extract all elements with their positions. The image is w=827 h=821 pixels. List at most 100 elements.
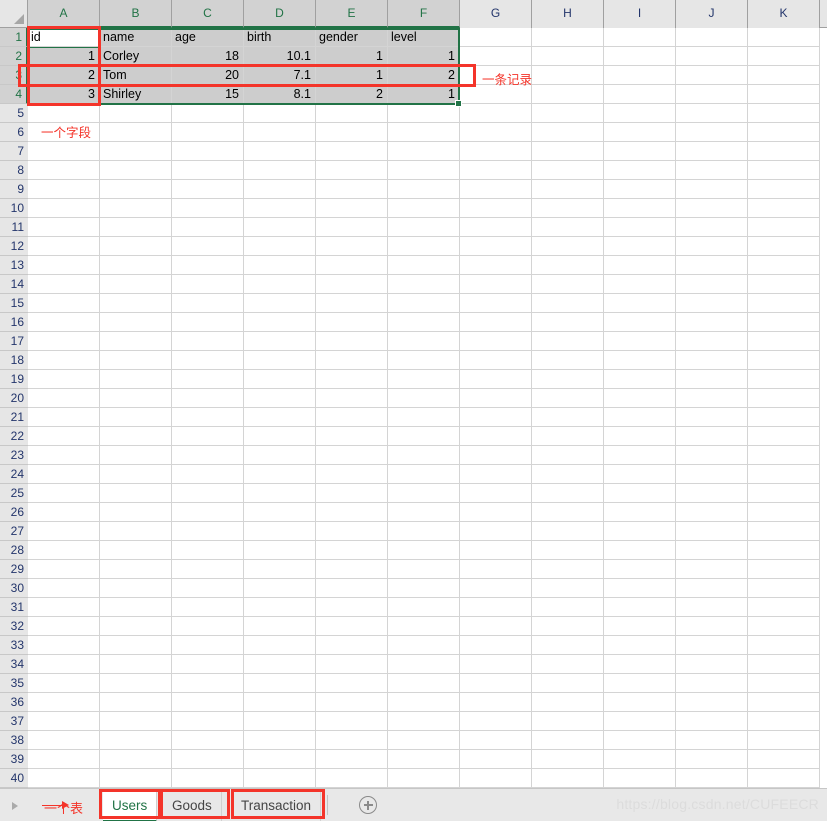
cell-E34[interactable] [316, 655, 388, 674]
cell-I7[interactable] [604, 142, 676, 161]
cell-B2[interactable]: Corley [100, 47, 172, 66]
cell-I37[interactable] [604, 712, 676, 731]
cell-I1[interactable] [604, 28, 676, 47]
cell-A33[interactable] [28, 636, 100, 655]
cell-E19[interactable] [316, 370, 388, 389]
cell-J8[interactable] [676, 161, 748, 180]
cell-F8[interactable] [388, 161, 460, 180]
cell-F5[interactable] [388, 104, 460, 123]
cell-K5[interactable] [748, 104, 820, 123]
cell-D20[interactable] [244, 389, 316, 408]
cell-F36[interactable] [388, 693, 460, 712]
cell-B34[interactable] [100, 655, 172, 674]
row-header-33[interactable]: 33 [0, 636, 28, 655]
cell-I12[interactable] [604, 237, 676, 256]
cell-D4[interactable]: 8.1 [244, 85, 316, 104]
cell-E13[interactable] [316, 256, 388, 275]
cell-F39[interactable] [388, 750, 460, 769]
cell-A21[interactable] [28, 408, 100, 427]
cell-D32[interactable] [244, 617, 316, 636]
cell-J13[interactable] [676, 256, 748, 275]
cell-H20[interactable] [532, 389, 604, 408]
cell-D18[interactable] [244, 351, 316, 370]
cell-K7[interactable] [748, 142, 820, 161]
cell-H35[interactable] [532, 674, 604, 693]
cell-E26[interactable] [316, 503, 388, 522]
cell-K21[interactable] [748, 408, 820, 427]
cell-C37[interactable] [172, 712, 244, 731]
cell-J7[interactable] [676, 142, 748, 161]
cell-J36[interactable] [676, 693, 748, 712]
cell-A2[interactable]: 1 [28, 47, 100, 66]
cell-G27[interactable] [460, 522, 532, 541]
cell-E32[interactable] [316, 617, 388, 636]
cell-H19[interactable] [532, 370, 604, 389]
cell-K23[interactable] [748, 446, 820, 465]
cell-C35[interactable] [172, 674, 244, 693]
row-header-24[interactable]: 24 [0, 465, 28, 484]
cell-E23[interactable] [316, 446, 388, 465]
cell-I25[interactable] [604, 484, 676, 503]
cell-A39[interactable] [28, 750, 100, 769]
cell-C17[interactable] [172, 332, 244, 351]
cell-D2[interactable]: 10.1 [244, 47, 316, 66]
column-header-k[interactable]: K [748, 0, 820, 28]
cell-K27[interactable] [748, 522, 820, 541]
cell-K38[interactable] [748, 731, 820, 750]
cell-J22[interactable] [676, 427, 748, 446]
cell-G34[interactable] [460, 655, 532, 674]
cell-D9[interactable] [244, 180, 316, 199]
row-header-9[interactable]: 9 [0, 180, 28, 199]
cell-B1[interactable]: name [100, 28, 172, 47]
cell-F22[interactable] [388, 427, 460, 446]
cell-C32[interactable] [172, 617, 244, 636]
cell-G5[interactable] [460, 104, 532, 123]
cell-B36[interactable] [100, 693, 172, 712]
cell-A32[interactable] [28, 617, 100, 636]
cell-K39[interactable] [748, 750, 820, 769]
cell-B23[interactable] [100, 446, 172, 465]
cell-E30[interactable] [316, 579, 388, 598]
row-header-12[interactable]: 12 [0, 237, 28, 256]
cell-G24[interactable] [460, 465, 532, 484]
cell-D39[interactable] [244, 750, 316, 769]
cell-I33[interactable] [604, 636, 676, 655]
column-header-j[interactable]: J [676, 0, 748, 28]
cell-D6[interactable] [244, 123, 316, 142]
cell-K31[interactable] [748, 598, 820, 617]
cell-B24[interactable] [100, 465, 172, 484]
cell-I36[interactable] [604, 693, 676, 712]
cell-I22[interactable] [604, 427, 676, 446]
cell-D8[interactable] [244, 161, 316, 180]
row-header-39[interactable]: 39 [0, 750, 28, 769]
cell-F1[interactable]: level [388, 28, 460, 47]
row-header-2[interactable]: 2 [0, 47, 28, 66]
cell-B40[interactable] [100, 769, 172, 788]
cell-E36[interactable] [316, 693, 388, 712]
cell-B37[interactable] [100, 712, 172, 731]
cell-G22[interactable] [460, 427, 532, 446]
cell-A34[interactable] [28, 655, 100, 674]
cell-G10[interactable] [460, 199, 532, 218]
cell-E12[interactable] [316, 237, 388, 256]
cell-I28[interactable] [604, 541, 676, 560]
cell-K35[interactable] [748, 674, 820, 693]
cell-B8[interactable] [100, 161, 172, 180]
row-header-30[interactable]: 30 [0, 579, 28, 598]
cell-B16[interactable] [100, 313, 172, 332]
cell-F33[interactable] [388, 636, 460, 655]
cell-J6[interactable] [676, 123, 748, 142]
cell-D23[interactable] [244, 446, 316, 465]
cell-K37[interactable] [748, 712, 820, 731]
cell-H25[interactable] [532, 484, 604, 503]
sheet-nav-prev-button[interactable] [8, 798, 26, 814]
cell-C28[interactable] [172, 541, 244, 560]
cell-A20[interactable] [28, 389, 100, 408]
row-header-34[interactable]: 34 [0, 655, 28, 674]
cell-B27[interactable] [100, 522, 172, 541]
cell-J39[interactable] [676, 750, 748, 769]
cell-I4[interactable] [604, 85, 676, 104]
cell-K14[interactable] [748, 275, 820, 294]
cell-C24[interactable] [172, 465, 244, 484]
cell-J37[interactable] [676, 712, 748, 731]
